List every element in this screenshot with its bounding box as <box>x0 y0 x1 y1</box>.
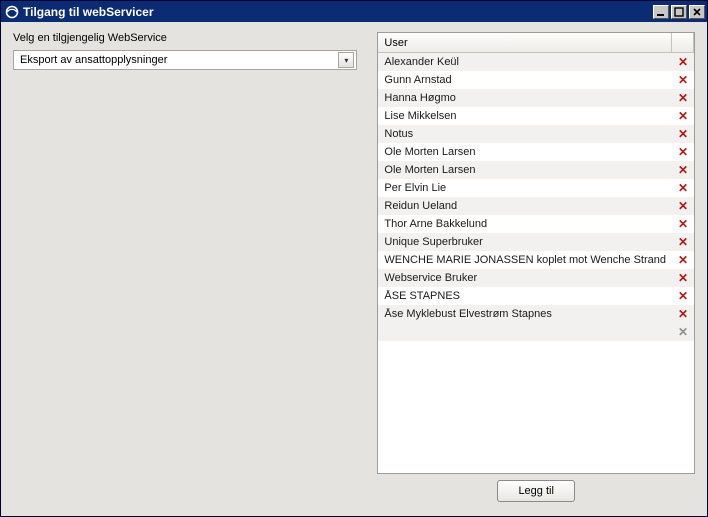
window-controls <box>653 5 705 19</box>
user-name-cell: ÅSE STAPNES <box>378 290 672 302</box>
table-row[interactable]: Hanna Høgmo✕ <box>378 89 694 107</box>
table-row[interactable]: Per Elvin Lie✕ <box>378 179 694 197</box>
table-row[interactable]: Thor Arne Bakkelund✕ <box>378 215 694 233</box>
chevron-down-icon: ▾ <box>338 52 354 68</box>
add-button[interactable]: Legg til <box>497 480 575 502</box>
delete-icon[interactable]: ✕ <box>672 271 694 285</box>
delete-icon[interactable]: ✕ <box>672 199 694 213</box>
user-name-cell: Per Elvin Lie <box>378 182 672 194</box>
table-row[interactable]: Webservice Bruker✕ <box>378 269 694 287</box>
table-row[interactable]: Åse Myklebust Elvestrøm Stapnes✕ <box>378 305 694 323</box>
delete-icon[interactable]: ✕ <box>672 253 694 267</box>
table-row[interactable]: WENCHE MARIE JONASSEN koplet mot Wenche … <box>378 251 694 269</box>
maximize-button[interactable] <box>671 5 687 19</box>
user-grid: User Alexander Keül✕Gunn Arnstad✕Hanna H… <box>377 32 695 474</box>
empty-row: ✕ <box>378 323 694 341</box>
dialog-window: Tilgang til webServicer Velg en tilgjeng… <box>0 0 708 517</box>
webservice-label: Velg en tilgjengelig WebService <box>13 32 357 44</box>
window-title: Tilgang til webServicer <box>23 5 653 19</box>
right-panel: User Alexander Keül✕Gunn Arnstad✕Hanna H… <box>377 32 695 508</box>
table-row[interactable]: Gunn Arnstad✕ <box>378 71 694 89</box>
user-name-cell: Ole Morten Larsen <box>378 146 672 158</box>
delete-icon[interactable]: ✕ <box>672 145 694 159</box>
webservice-dropdown[interactable]: Eksport av ansattopplysninger ▾ <box>13 50 357 70</box>
user-name-cell: WENCHE MARIE JONASSEN koplet mot Wenche … <box>378 254 672 266</box>
grid-body: Alexander Keül✕Gunn Arnstad✕Hanna Høgmo✕… <box>378 53 694 473</box>
footer: Legg til <box>377 474 695 508</box>
user-name-cell: Notus <box>378 128 672 140</box>
user-name-cell: Åse Myklebust Elvestrøm Stapnes <box>378 308 672 320</box>
delete-icon[interactable]: ✕ <box>672 181 694 195</box>
table-row[interactable]: ÅSE STAPNES✕ <box>378 287 694 305</box>
delete-icon[interactable]: ✕ <box>672 55 694 69</box>
content-area: Velg en tilgjengelig WebService Eksport … <box>1 22 707 516</box>
user-name-cell: Thor Arne Bakkelund <box>378 218 672 230</box>
table-row[interactable]: Ole Morten Larsen✕ <box>378 161 694 179</box>
minimize-button[interactable] <box>653 5 669 19</box>
table-row[interactable]: Ole Morten Larsen✕ <box>378 143 694 161</box>
left-panel: Velg en tilgjengelig WebService Eksport … <box>13 32 357 508</box>
table-row[interactable]: Alexander Keül✕ <box>378 53 694 71</box>
user-name-cell: Unique Superbruker <box>378 236 672 248</box>
delete-icon[interactable]: ✕ <box>672 235 694 249</box>
delete-icon[interactable]: ✕ <box>672 109 694 123</box>
user-name-cell: Hanna Høgmo <box>378 92 672 104</box>
table-row[interactable]: Reidun Ueland✕ <box>378 197 694 215</box>
delete-icon[interactable]: ✕ <box>672 91 694 105</box>
user-name-cell: Gunn Arnstad <box>378 74 672 86</box>
delete-icon[interactable]: ✕ <box>672 217 694 231</box>
column-header-action <box>672 33 694 52</box>
table-row[interactable]: Lise Mikkelsen✕ <box>378 107 694 125</box>
user-name-cell: Lise Mikkelsen <box>378 110 672 122</box>
delete-icon[interactable]: ✕ <box>672 127 694 141</box>
delete-icon-disabled: ✕ <box>672 325 694 339</box>
user-name-cell: Reidun Ueland <box>378 200 672 212</box>
delete-icon[interactable]: ✕ <box>672 307 694 321</box>
delete-icon[interactable]: ✕ <box>672 163 694 177</box>
close-button[interactable] <box>689 5 705 19</box>
delete-icon[interactable]: ✕ <box>672 289 694 303</box>
title-bar: Tilgang til webServicer <box>1 1 707 22</box>
user-name-cell: Alexander Keül <box>378 56 672 68</box>
user-name-cell: Ole Morten Larsen <box>378 164 672 176</box>
user-name-cell: Webservice Bruker <box>378 272 672 284</box>
dropdown-value: Eksport av ansattopplysninger <box>20 54 338 66</box>
column-header-user[interactable]: User <box>378 33 672 52</box>
delete-icon[interactable]: ✕ <box>672 73 694 87</box>
grid-header: User <box>378 33 694 53</box>
table-row[interactable]: Unique Superbruker✕ <box>378 233 694 251</box>
app-icon <box>5 5 19 19</box>
table-row[interactable]: Notus✕ <box>378 125 694 143</box>
